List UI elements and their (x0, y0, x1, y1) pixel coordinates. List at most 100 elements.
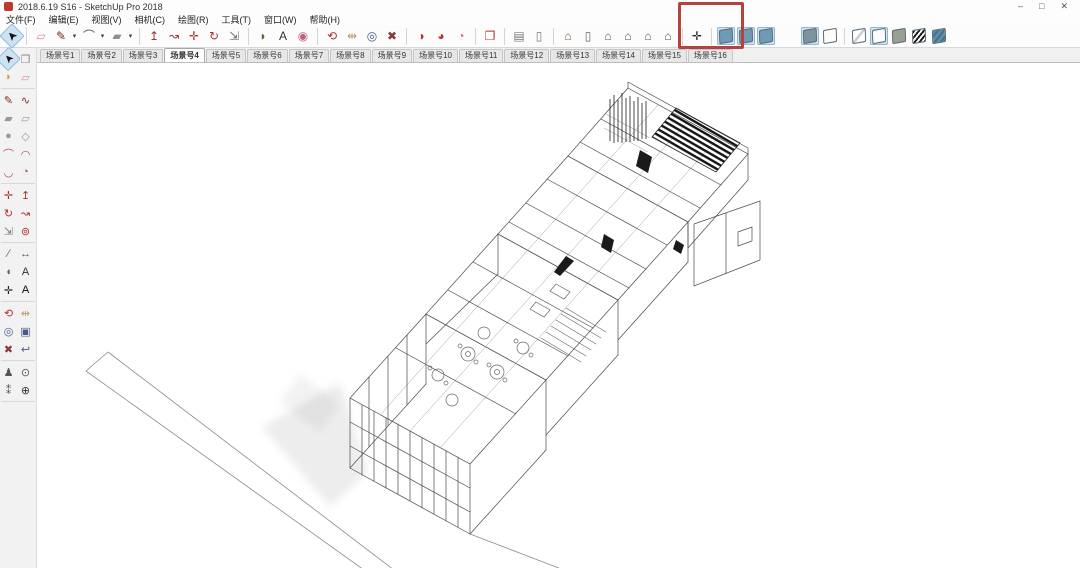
rotate-tool[interactable]: ↻ (205, 27, 223, 45)
circle-tool[interactable]: ● (0, 127, 17, 145)
eraser-tool[interactable]: ▱ (32, 27, 50, 45)
line-tool[interactable]: ✎ (0, 91, 17, 109)
minimize-button[interactable]: – (1018, 0, 1023, 13)
scene-tab-4[interactable]: 场景号4 (164, 48, 205, 62)
text-tool[interactable]: A (274, 27, 292, 45)
style-monochrome-button[interactable] (801, 27, 819, 45)
offset-tool[interactable]: ⊚ (17, 222, 34, 240)
make-component-tool[interactable]: ❐ (481, 27, 499, 45)
materials-tool[interactable]: ◉ (294, 27, 312, 45)
scene-tab-8[interactable]: 场景号8 (330, 49, 371, 62)
move-tool[interactable]: ✛ (185, 27, 203, 45)
push-pull-tool[interactable]: ↥ (17, 186, 34, 204)
view-back-button[interactable]: ⌂ (659, 27, 677, 45)
zoom-window-tool[interactable]: ▣ (17, 322, 34, 340)
scene-tab-14[interactable]: 场景号14 (596, 49, 642, 62)
eraser-tool[interactable]: ▱ (17, 68, 34, 86)
dimension-tool[interactable]: ↔ (17, 245, 34, 263)
arc-tool-dropdown[interactable]: ▾ (99, 32, 106, 40)
scale-tool[interactable]: ⇲ (0, 222, 17, 240)
pan-tool[interactable]: ⇹ (17, 304, 34, 322)
scene-tab-5[interactable]: 场景号5 (205, 49, 247, 62)
select-tool[interactable]: ➤ (0, 23, 25, 49)
follow-me-tool[interactable]: ↝ (165, 27, 183, 45)
zoom-previous-tool[interactable]: ↩ (17, 340, 34, 358)
follow-me-tool[interactable]: ↝ (17, 204, 34, 222)
style-textured-button[interactable] (930, 27, 948, 45)
menu-camera[interactable]: 相机(C) (135, 13, 166, 26)
walk-tool[interactable]: ⁑ (0, 381, 17, 399)
orbit-tool[interactable]: ⟲ (323, 27, 341, 45)
view-top-button[interactable]: ▯ (579, 27, 597, 45)
scene-tab-16[interactable]: 场景号16 (687, 49, 733, 62)
scene-tab-1[interactable]: 场景号1 (40, 49, 81, 62)
view-cube-toggle-2[interactable] (737, 27, 755, 45)
scene-tab-10[interactable]: 场景号10 (413, 49, 458, 62)
line-tool[interactable]: ✎ (52, 27, 70, 45)
two-point-arc-tool[interactable]: ◠ (17, 145, 34, 163)
menu-window[interactable]: 窗口(W) (264, 13, 297, 26)
style-shaded-button[interactable] (890, 27, 908, 45)
rotate-tool[interactable]: ↻ (0, 204, 17, 222)
move-tool[interactable]: ✛ (0, 186, 17, 204)
scene-tab-7[interactable]: 场景号7 (288, 49, 330, 62)
position-camera-tool[interactable]: ♟ (0, 363, 17, 381)
model-canvas[interactable] (37, 63, 1080, 568)
zoom-extents-tool[interactable]: ✖ (0, 340, 17, 358)
scene-tab-11[interactable]: 场景号11 (458, 49, 504, 62)
zoom-tool[interactable]: ◎ (0, 322, 17, 340)
style-hidden-line-button[interactable] (910, 27, 928, 45)
scene-tab-9[interactable]: 场景号9 (371, 49, 413, 62)
print-button[interactable]: ▤ (510, 27, 528, 45)
orbit-tool[interactable]: ⟲ (0, 304, 17, 322)
look-around-tool[interactable]: ⊙ (17, 363, 34, 381)
style-xray-button[interactable] (850, 27, 868, 45)
view-cube-toggle-3[interactable] (757, 27, 775, 45)
scale-tool[interactable]: ⇲ (225, 27, 243, 45)
pan-tool[interactable]: ⇹ (343, 27, 361, 45)
axes-tool[interactable]: ✛ (0, 281, 17, 299)
text-tool[interactable]: A (17, 263, 34, 281)
pie-tool[interactable]: ◔ (17, 163, 34, 181)
rectangle-tool-dropdown[interactable]: ▾ (127, 32, 134, 40)
three-point-arc-tool[interactable]: ◡ (0, 163, 17, 181)
model-info-button[interactable]: ▯ (530, 27, 548, 45)
menu-view[interactable]: 视图(V) (92, 13, 122, 26)
scene-tab-3[interactable]: 场景号3 (122, 49, 164, 62)
tape-measure-tool[interactable]: ∕ (0, 245, 17, 263)
paint-bucket-tool[interactable]: ◗ (254, 27, 272, 45)
protractor-tool[interactable]: ◖ (0, 263, 17, 281)
axes-tool[interactable]: ✛ (688, 27, 706, 45)
line-tool-dropdown[interactable]: ▾ (71, 32, 78, 40)
view-iso-button[interactable]: ⌂ (559, 27, 577, 45)
section-display-toggle[interactable]: ◕ (432, 27, 450, 45)
zoom-tool[interactable]: ◎ (363, 27, 381, 45)
push-pull-tool[interactable]: ↥ (145, 27, 163, 45)
menu-help[interactable]: 帮助(H) (310, 13, 341, 26)
rectangle-tool[interactable]: ▰ (0, 109, 17, 127)
close-button[interactable]: ✕ (1060, 0, 1068, 13)
menu-edit[interactable]: 编辑(E) (49, 13, 79, 26)
arc-tool[interactable]: ⌒ (80, 27, 98, 45)
zoom-extents-tool[interactable]: ✖ (383, 27, 401, 45)
style-back-edges-button[interactable] (821, 27, 839, 45)
scene-tab-15[interactable]: 场景号15 (642, 49, 687, 62)
view-left-button[interactable]: ⌂ (639, 27, 657, 45)
threed-text-tool[interactable]: A (17, 281, 34, 299)
rectangle-tool[interactable]: ▰ (108, 27, 126, 45)
scene-tab-12[interactable]: 场景号12 (504, 49, 550, 62)
rotated-rectangle-tool[interactable]: ▱ (17, 109, 34, 127)
section-plane-tool[interactable]: ◑ (412, 27, 430, 45)
view-front-button[interactable]: ⌂ (599, 27, 617, 45)
menu-tools[interactable]: 工具(T) (222, 13, 252, 26)
polygon-tool[interactable]: ◇ (17, 127, 34, 145)
section-plane-tool[interactable]: ⊕ (17, 381, 34, 399)
scene-tab-13[interactable]: 场景号13 (550, 49, 596, 62)
restore-button[interactable]: □ (1039, 0, 1044, 13)
scene-tab-2[interactable]: 场景号2 (81, 49, 122, 62)
view-right-button[interactable]: ⌂ (619, 27, 637, 45)
style-wireframe-button[interactable] (870, 27, 888, 45)
freehand-tool[interactable]: ∿ (17, 91, 34, 109)
scene-tab-6[interactable]: 场景号6 (247, 49, 288, 62)
arc-tool[interactable]: ⌒ (0, 145, 17, 163)
